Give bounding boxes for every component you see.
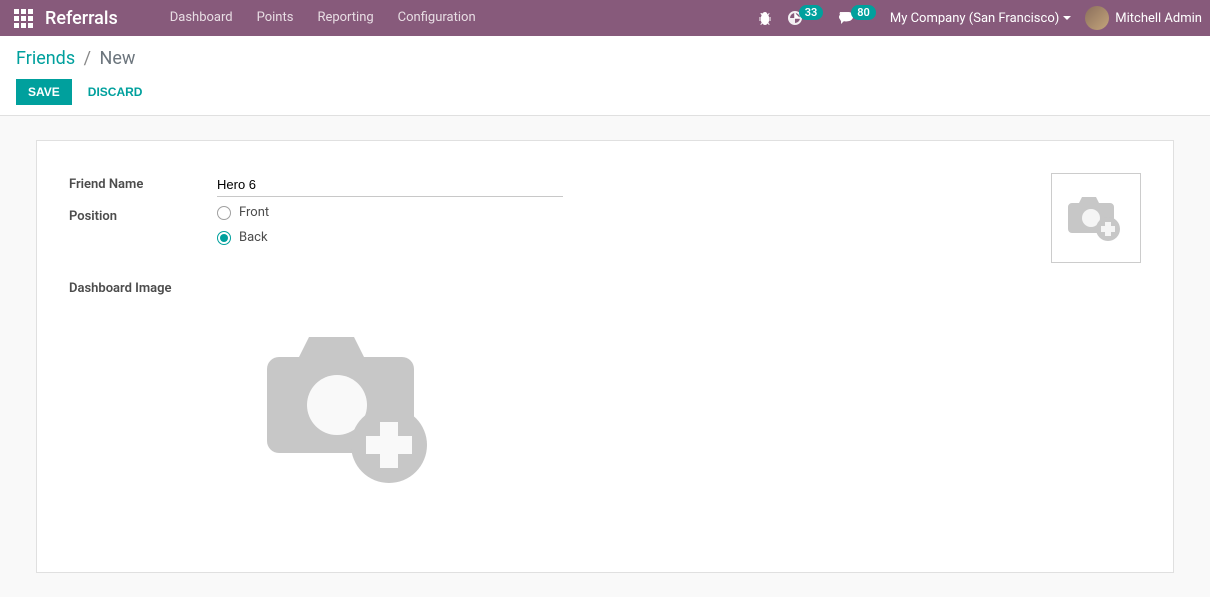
breadcrumb-parent[interactable]: Friends: [16, 48, 75, 69]
friend-name-input[interactable]: [217, 173, 563, 197]
friend-name-row: Friend Name: [69, 173, 1141, 197]
activities-icon[interactable]: 33: [787, 10, 824, 26]
image-upload-small[interactable]: [1051, 173, 1141, 263]
activities-badge: 33: [799, 5, 824, 20]
dashboard-image-label: Dashboard Image: [69, 281, 1141, 296]
user-name: Mitchell Admin: [1115, 11, 1202, 26]
company-selector[interactable]: My Company (San Francisco): [890, 11, 1071, 26]
breadcrumb: Friends / New: [16, 48, 1194, 69]
dashboard-image-section: Dashboard Image: [69, 281, 1141, 512]
messages-icon[interactable]: 80: [837, 10, 876, 26]
main-nav: Dashboard Points Reporting Configuration: [158, 0, 488, 36]
avatar: [1085, 6, 1109, 30]
nav-dashboard[interactable]: Dashboard: [158, 0, 245, 36]
debug-icon[interactable]: [757, 10, 773, 26]
form-sheet: Friend Name Position Front Back: [36, 140, 1174, 573]
breadcrumb-separator: /: [84, 48, 91, 69]
company-name: My Company (San Francisco): [890, 11, 1059, 26]
control-panel: Friends / New Save Discard: [0, 36, 1210, 116]
position-front-label: Front: [239, 205, 269, 220]
position-back-label: Back: [239, 230, 268, 245]
radio-icon: [217, 206, 231, 220]
discard-button[interactable]: Discard: [76, 79, 155, 105]
nav-configuration[interactable]: Configuration: [386, 0, 488, 36]
sheet-wrapper: Friend Name Position Front Back: [0, 116, 1210, 597]
position-radio-group: Front Back: [217, 205, 563, 245]
messages-badge: 80: [851, 5, 876, 20]
radio-checked-icon: [217, 231, 231, 245]
nav-reporting[interactable]: Reporting: [305, 0, 385, 36]
dashboard-image-upload[interactable]: [209, 312, 489, 512]
camera-plus-icon: [249, 327, 449, 497]
save-button[interactable]: Save: [16, 79, 72, 105]
breadcrumb-current: New: [100, 48, 136, 69]
position-radio-front[interactable]: Front: [217, 205, 563, 220]
position-radio-back[interactable]: Back: [217, 230, 563, 245]
apps-icon[interactable]: [14, 9, 33, 28]
app-brand[interactable]: Referrals: [45, 8, 118, 29]
position-row: Position Front Back: [69, 205, 1141, 245]
systray: 33 80 My Company (San Francisco) Mitchel…: [757, 6, 1202, 30]
camera-plus-icon: [1062, 193, 1130, 243]
action-buttons: Save Discard: [16, 79, 1194, 105]
nav-points[interactable]: Points: [245, 0, 306, 36]
user-menu[interactable]: Mitchell Admin: [1085, 6, 1202, 30]
position-label: Position: [69, 205, 217, 224]
chevron-down-icon: [1063, 16, 1071, 20]
friend-name-label: Friend Name: [69, 173, 217, 192]
topbar: Referrals Dashboard Points Reporting Con…: [0, 0, 1210, 36]
